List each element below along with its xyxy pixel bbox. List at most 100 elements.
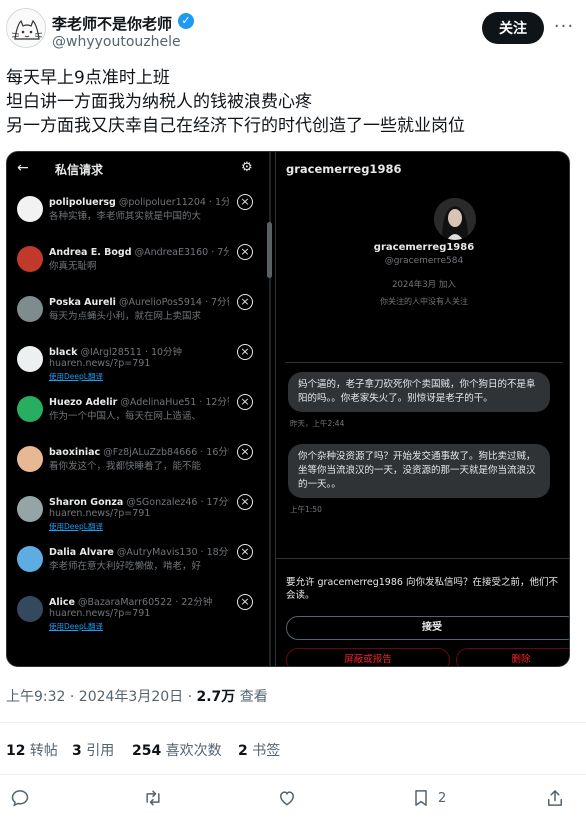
sender-avatar: [17, 446, 43, 472]
likes-label: 喜欢次数: [161, 743, 222, 759]
sender-line: black @IArgl28511 · 10分钟: [49, 344, 229, 358]
translate-link: 使用DeepL翻译: [49, 522, 103, 531]
joined-date: 2024年3月 加入: [392, 280, 456, 290]
sender-avatar: [17, 246, 43, 272]
sender-line: Alice @BazaraMarr60522 · 22分钟: [49, 594, 229, 608]
dm-requests-title: 私信请求: [55, 163, 104, 177]
reposts-label: 转帖: [25, 743, 58, 759]
sender-meta: @BazaraMarr60522 · 22分钟: [77, 597, 213, 608]
divider: [286, 362, 562, 363]
dm-request-item: Poska Aureli @AurelioPos5914 · 7分钟 每天为点蝇头…: [7, 292, 271, 342]
bookmark-button[interactable]: [411, 788, 435, 812]
view-count: 2.7万: [196, 689, 236, 705]
block-report-button: 屏蔽或报告: [286, 648, 450, 666]
divider: [0, 722, 586, 723]
message-preview: 李老师在意大利好吃懒做，啃老，好: [49, 561, 202, 572]
message-preview: 看你发这个，我都快睡着了，能不能: [49, 461, 202, 472]
message-bubble: 妈个逼的，老子拿刀砍死你个卖国贼，你个狗日的不是阜阳的吗。。你老家失火了。别惊讶…: [288, 372, 550, 412]
share-icon: [548, 790, 562, 806]
permission-text: 要允许 gracemerreg1986 向你发私信吗？在接受之前，他们不会读。: [286, 577, 558, 601]
repost-button[interactable]: [143, 788, 167, 812]
verified-badge-icon: ✓: [178, 13, 194, 29]
sender-meta: @Fz8jALuZzb84666 · 16分钟: [103, 447, 229, 458]
sender-name: Sharon Gonza: [49, 497, 124, 508]
message-preview: huaren.news/?p=791: [49, 608, 151, 619]
repost-icon: [146, 790, 160, 806]
follow-button[interactable]: 关注: [482, 12, 544, 44]
sender-line: Sharon Gonza @SGonzalez46 · 17分钟: [49, 494, 229, 508]
profile-name: gracemerreg1986: [373, 242, 475, 253]
quotes-label: 引用: [81, 743, 115, 759]
likes-count: 254: [132, 743, 162, 759]
like-button[interactable]: [277, 788, 301, 812]
message-preview: 作为一个中国人，每天在网上造谣、: [49, 411, 202, 422]
bookmark-count: 2: [438, 791, 447, 806]
dm-request-item: Sharon Gonza @SGonzalez46 · 17分钟 huaren.n…: [7, 492, 271, 542]
sender-name: polipoluersg: [49, 197, 116, 208]
dm-request-item: Dalia Alvare @AutryMavis130 · 18分钟 李老师在意大…: [7, 542, 271, 592]
sender-name: Alice: [49, 597, 75, 608]
sender-name: baoxiniac: [49, 447, 101, 458]
sender-avatar: [17, 196, 43, 222]
sender-name: Huezo Adelir: [49, 397, 118, 408]
message-timestamp: 昨天，上午2:44: [290, 419, 345, 428]
dm-request-item: baoxiniac @Fz8jALuZzb84666 · 16分钟看你发这个，我…: [7, 442, 271, 492]
quotes-stat[interactable]: 3 引用: [72, 740, 114, 760]
divider: [0, 774, 586, 775]
bookmarks-label: 书签: [247, 743, 281, 759]
message-preview: 各种实锤，李老师其实就是中国的大: [49, 211, 202, 222]
tweet-text-line-3: 另一方面我又庆幸自己在经济下行的时代创造了一些就业岗位: [6, 116, 465, 136]
followers-note: 你关注的人中没有人关注: [380, 297, 468, 306]
dm-request-item: black @IArgl28511 · 10分钟 huaren.news/?p=7…: [7, 342, 271, 392]
delete-button: 删除: [456, 648, 569, 666]
reply-icon: [11, 790, 29, 807]
conversation-panel: gracemerreg1986 gracemerreg1986 @graceme…: [275, 152, 569, 666]
dismiss-icon: ×: [237, 444, 253, 460]
sender-line: Huezo Adelir @AdelinaHue51 · 12分钟: [49, 394, 229, 408]
tweet-timestamp[interactable]: 上午9:32 · 2024年3月20日 ·: [6, 689, 197, 705]
sender-avatar: [17, 296, 43, 322]
dismiss-icon: ×: [237, 344, 253, 360]
attached-image[interactable]: ← 私信请求 ⚙ polipoluersg @polipoluer11204 ·…: [6, 151, 570, 667]
dm-requests-panel: ← 私信请求 ⚙ polipoluersg @polipoluer11204 ·…: [7, 152, 272, 666]
dismiss-icon: ×: [237, 394, 253, 410]
reply-button[interactable]: [10, 788, 34, 812]
author-handle[interactable]: @whyyoutouzhele: [52, 34, 181, 50]
settings-gear-icon: ⚙: [241, 160, 253, 175]
dismiss-icon: ×: [237, 244, 253, 260]
dm-request-item: Huezo Adelir @AdelinaHue51 · 12分钟 作为一个中国人…: [7, 392, 271, 442]
share-button[interactable]: [545, 788, 569, 812]
reposts-stat[interactable]: 12 转帖: [6, 740, 58, 760]
tweet-meta: 上午9:32 · 2024年3月20日 · 2.7万 查看: [6, 686, 268, 706]
sender-name: Dalia Alvare: [49, 547, 114, 558]
sender-name: Poska Aureli: [49, 297, 116, 308]
accept-button: 接受: [286, 616, 569, 640]
sender-avatar: [17, 496, 43, 522]
portrait-avatar-icon: [434, 198, 476, 240]
dismiss-icon: ×: [237, 294, 253, 310]
profile-avatar: [434, 198, 476, 240]
reposts-count: 12: [6, 743, 26, 759]
likes-stat[interactable]: 254 喜欢次数: [132, 740, 222, 760]
sender-meta: @AndreaE3160 · 7分钟: [134, 247, 229, 258]
dismiss-icon: ×: [237, 494, 253, 510]
message-preview: huaren.news/?p=791: [49, 508, 151, 519]
heart-icon: [279, 791, 295, 806]
conversation-title: gracemerreg1986: [286, 162, 402, 176]
message-timestamp: 上午1:50: [290, 505, 322, 514]
tweet-text-line-1: 每天早上9点准时上班: [6, 68, 170, 88]
author-name[interactable]: 李老师不是你老师: [52, 13, 172, 34]
bookmarks-stat[interactable]: 2 书签: [238, 740, 280, 760]
message-preview: 你真无耻啊: [49, 261, 97, 272]
sender-meta: @polipoluer11204 · 1分钟: [118, 197, 229, 208]
more-options-icon[interactable]: ···: [552, 16, 576, 40]
sender-meta: @AdelinaHue51 · 12分钟: [120, 397, 229, 408]
sender-line: polipoluersg @polipoluer11204 · 1分钟: [49, 194, 229, 208]
scrollbar-thumb: [267, 222, 272, 278]
translate-link: 使用DeepL翻译: [49, 622, 103, 631]
message-bubble: 你个杂种没资源了吗？开始发交通事故了。狗比卖过贼，坐等你当流浪汉的一天，没资源的…: [288, 444, 550, 498]
author-avatar[interactable]: [6, 8, 46, 48]
sender-avatar: [17, 346, 43, 372]
quotes-count: 3: [72, 743, 82, 759]
dm-request-item: polipoluersg @polipoluer11204 · 1分钟 各种实锤，…: [7, 192, 271, 242]
